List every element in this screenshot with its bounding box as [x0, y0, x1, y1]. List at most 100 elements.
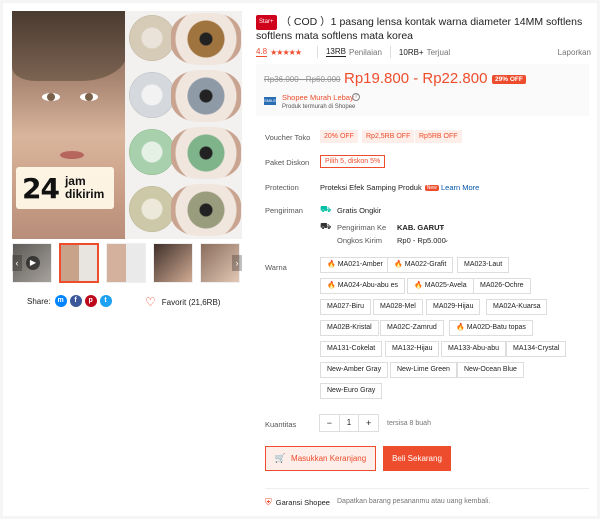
color-option[interactable]: MA023-Laut: [457, 257, 510, 273]
color-option[interactable]: 🔥 MA025-Avela: [407, 278, 474, 294]
info-icon[interactable]: ?: [352, 93, 360, 101]
chevron-down-icon[interactable]: ⌄: [443, 235, 449, 244]
new-tag: New: [424, 185, 439, 191]
voucher-chip-3[interactable]: Rp5RB OFF: [415, 130, 462, 143]
stock-text: tersisa 8 buah: [387, 420, 431, 427]
color-option[interactable]: MA132-Hijau: [385, 341, 440, 357]
messenger-icon[interactable]: m: [54, 295, 67, 307]
buy-now-button[interactable]: Beli Sekarang: [383, 446, 451, 471]
color-option-label: MA02C-Zamrud: [387, 324, 437, 331]
color-option[interactable]: MA028-Mel: [373, 299, 423, 315]
color-option[interactable]: MA029-Hijau: [426, 299, 481, 315]
product-title: Star+ （ COD ）1 pasang lensa kontak warna …: [256, 15, 586, 43]
color-option-label: MA131-Cokelat: [327, 345, 376, 352]
color-option[interactable]: MA027-Biru: [320, 299, 371, 315]
divider: [265, 488, 589, 489]
quantity-input[interactable]: 1: [338, 415, 360, 431]
guarantee-label: Garansi Shopee: [275, 498, 330, 507]
rating-value[interactable]: 4.8: [256, 47, 268, 57]
color-option-label: New-Lime Green: [397, 366, 450, 373]
color-option[interactable]: MA02C-Zamrud: [380, 320, 444, 336]
fire-icon: 🔥: [327, 282, 336, 289]
color-option[interactable]: MA133-Abu-abu: [441, 341, 506, 357]
reviews-count[interactable]: 13RB: [325, 47, 346, 57]
color-option-label: MA026-Ochre: [480, 282, 524, 289]
color-option[interactable]: New-Ocean Blue: [457, 362, 524, 378]
guarantee[interactable]: ⛨ Garansi Shopee: [265, 497, 330, 508]
report-link[interactable]: Laporkan: [558, 48, 591, 57]
sold-label: Terjual: [426, 47, 451, 57]
protection-text: Proteksi Efek Samping Produk New: [320, 183, 439, 192]
color-option[interactable]: MA134-Crystal: [506, 341, 567, 357]
bundle-chip[interactable]: Pilih 5, diskon 5%: [320, 155, 386, 168]
discount-badge: 29% OFF: [492, 75, 526, 84]
lens-sample-3: [125, 125, 242, 181]
color-option-label: MA021-Amber: [337, 261, 383, 268]
ship-cost-value[interactable]: Rp0 - Rp5.000: [397, 236, 446, 245]
delivery-badge: 24 jam dikirim: [16, 167, 114, 209]
color-option[interactable]: MA131-Cokelat: [320, 341, 383, 357]
learn-more-link[interactable]: Learn More: [441, 183, 479, 192]
color-option[interactable]: MA02B-Kristal: [320, 320, 379, 336]
seller-promo-name[interactable]: Shopee Murah Lebay: [282, 93, 354, 102]
voucher-chip-2[interactable]: Rp2,5RB OFF: [362, 130, 415, 143]
thumbnail-prev-arrow[interactable]: ‹: [12, 255, 22, 271]
fire-icon: 🔥: [327, 261, 336, 268]
lens-color-samples: [125, 11, 242, 239]
thumbnail-1[interactable]: [59, 243, 99, 283]
color-option[interactable]: New-Euro Gray: [320, 383, 383, 399]
price-section: Rp36.000 - Rp60.000 Rp19.800 - Rp22.800 …: [256, 64, 589, 116]
pinterest-icon[interactable]: p: [84, 295, 97, 307]
heart-icon: ♡: [145, 295, 156, 309]
quantity-label: Kuantitas: [265, 420, 297, 429]
color-option-label: MA02D-Batu topas: [466, 324, 526, 331]
color-option-label: MA134-Crystal: [513, 345, 560, 352]
free-shipping-icon: ⛟: [320, 204, 332, 214]
lens-sample-2: [125, 68, 242, 124]
protection-label: Protection: [265, 183, 299, 192]
color-option-label: MA133-Abu-abu: [448, 345, 499, 352]
ship-to-value[interactable]: KAB. GARUT: [397, 223, 444, 232]
delivery-badge-text: jam dikirim: [64, 174, 105, 201]
shield-icon: ⛨: [265, 497, 272, 507]
color-option-label: MA025-Avela: [424, 282, 467, 289]
voucher-chip-1[interactable]: 20% OFF: [320, 130, 358, 143]
favorite-label: Favorit (21,6RB): [161, 297, 221, 307]
product-stats: 4.8 ★★★★★ 13RB Penilaian 10RB+ Terjual L…: [256, 46, 591, 58]
quantity-minus-button[interactable]: −: [320, 415, 339, 431]
share-label: Share:: [27, 296, 51, 306]
color-option[interactable]: 🔥 MA024-Abu-abu es: [320, 278, 406, 294]
color-option[interactable]: 🔥 MA022-Grafit: [387, 257, 454, 273]
color-option-label: New-Ocean Blue: [464, 366, 517, 373]
share-bar: Share: m f p t: [27, 295, 115, 307]
seller-logo: SMILE: [264, 97, 277, 105]
color-option[interactable]: MA026-Ochre: [473, 278, 531, 294]
cart-icon: 🛒: [274, 453, 287, 463]
thumbnail-2[interactable]: [106, 243, 146, 283]
protection-value: Proteksi Efek Samping Produk: [320, 183, 422, 192]
lens-sample-4: [125, 182, 242, 238]
truck-icon: ⛟: [320, 221, 332, 231]
star-plus-badge: Star+: [256, 15, 277, 30]
color-option-label: MA02B-Kristal: [327, 324, 372, 331]
color-option[interactable]: 🔥 MA021-Amber: [320, 257, 390, 273]
color-option-label: MA027-Biru: [327, 303, 364, 310]
fire-icon: 🔥: [456, 324, 465, 331]
shipping-label: Pengiriman: [265, 206, 303, 215]
twitter-icon[interactable]: t: [99, 295, 112, 307]
favorite-button[interactable]: ♡ Favorit (21,6RB): [145, 295, 220, 309]
color-option-label: New-Euro Gray: [327, 387, 376, 394]
quantity-stepper: − 1 +: [319, 414, 379, 432]
color-option-label: MA029-Hijau: [433, 303, 474, 310]
facebook-icon[interactable]: f: [69, 295, 82, 307]
thumbnail-next-arrow[interactable]: ›: [232, 255, 242, 271]
add-to-cart-button[interactable]: 🛒 Masukkan Keranjang: [265, 446, 376, 471]
main-product-image[interactable]: 24 jam dikirim: [12, 11, 242, 239]
quantity-plus-button[interactable]: +: [359, 415, 378, 431]
color-option[interactable]: New-Lime Green: [390, 362, 457, 378]
color-option[interactable]: New-Amber Gray: [320, 362, 389, 378]
color-option[interactable]: MA02A-Kuarsa: [486, 299, 548, 315]
thumbnail-3[interactable]: [153, 243, 193, 283]
chevron-down-icon[interactable]: ⌄: [439, 222, 445, 231]
color-option[interactable]: 🔥 MA02D-Batu topas: [449, 320, 533, 336]
